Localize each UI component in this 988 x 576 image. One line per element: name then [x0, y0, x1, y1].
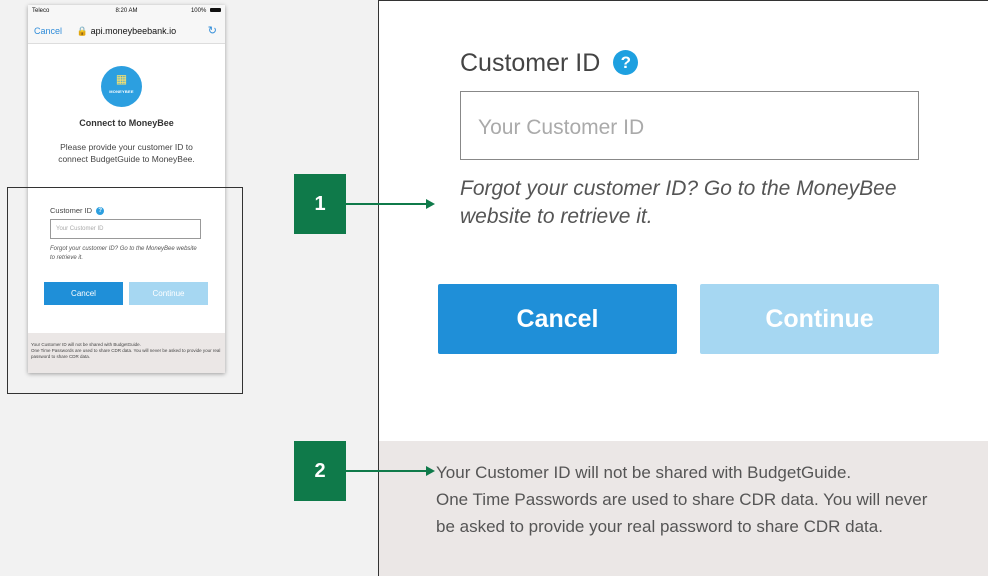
- customer-id-label: Customer ID ?: [460, 49, 639, 78]
- cancel-button[interactable]: Cancel: [438, 284, 677, 354]
- zoomed-panel: Customer ID ? Your Customer ID Forgot yo…: [378, 0, 988, 576]
- battery-icon: [210, 8, 221, 13]
- moneybee-logo: ▦ MONEYBEE: [101, 66, 142, 107]
- battery-percent: 100%: [190, 8, 207, 14]
- address-bar[interactable]: 🔒 api.moneybeebank.io: [28, 26, 225, 37]
- callout-1: 1: [294, 174, 346, 234]
- browser-bar: Cancel 🔒 api.moneybeebank.io ↻: [28, 18, 225, 44]
- help-icon[interactable]: ?: [613, 50, 639, 75]
- callout-2: 2: [294, 441, 346, 501]
- highlight-frame: [7, 187, 243, 394]
- footer-line-2b: be asked to provide your real password t…: [436, 517, 883, 536]
- customer-id-input[interactable]: Your Customer ID: [460, 91, 919, 160]
- connect-description: Please provide your customer ID to conne…: [58, 142, 195, 164]
- bee-icon: ▦: [115, 72, 128, 86]
- privacy-footer: Your Customer ID will not be shared with…: [379, 441, 988, 576]
- continue-button[interactable]: Continue: [700, 284, 939, 354]
- callout-2-arrow: [346, 466, 435, 476]
- url-text: api.moneybeebank.io: [90, 26, 177, 36]
- customer-id-label-text: Customer ID: [460, 49, 601, 77]
- footer-line-2a: One Time Passwords are used to share CDR…: [436, 490, 928, 509]
- connect-title: Connect to MoneyBee: [79, 118, 174, 128]
- callout-1-arrow: [346, 199, 435, 209]
- footer-line-1: Your Customer ID will not be shared with…: [436, 463, 852, 482]
- status-bar: Teleco 8:20 AM 100%: [28, 5, 225, 18]
- input-placeholder: Your Customer ID: [478, 116, 645, 139]
- battery-indicator: 100%: [191, 8, 221, 14]
- reload-icon[interactable]: ↻: [208, 24, 217, 37]
- lock-icon: 🔒: [76, 26, 89, 36]
- forgot-id-hint: Forgot your customer ID? Go to the Money…: [460, 177, 897, 228]
- logo-text: MONEYBEE: [109, 89, 134, 94]
